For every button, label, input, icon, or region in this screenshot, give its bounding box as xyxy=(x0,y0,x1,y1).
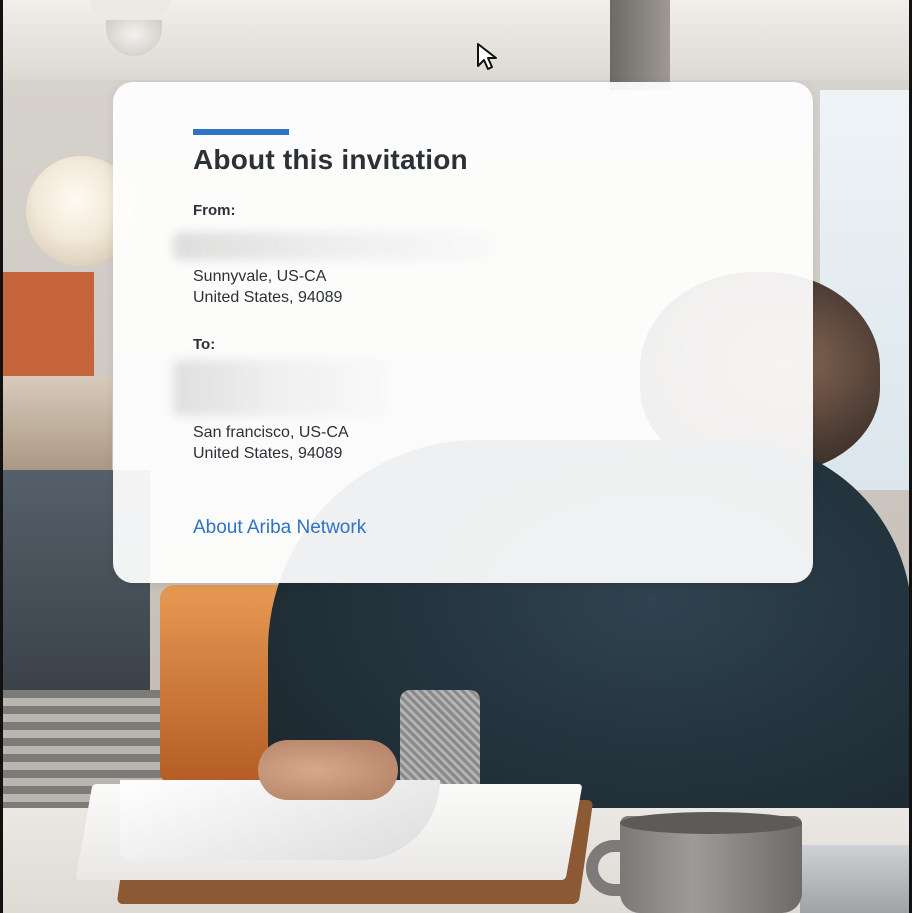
ceiling-lamp xyxy=(90,0,170,16)
about-ariba-network-link[interactable]: About Ariba Network xyxy=(193,517,366,539)
window-frame xyxy=(610,0,670,90)
from-label: From: xyxy=(193,202,236,219)
coffee-mug-rim xyxy=(620,812,802,834)
from-city: Sunnyvale, US-CA xyxy=(193,268,327,285)
to-name-redacted xyxy=(173,360,383,416)
person-hand xyxy=(258,740,398,800)
shelf xyxy=(2,376,112,476)
laptop xyxy=(800,845,912,913)
to-country: United States, 94089 xyxy=(193,445,343,462)
to-city: San francisco, US-CA xyxy=(193,424,349,441)
title-accent-bar xyxy=(193,129,289,135)
from-name-redacted xyxy=(173,232,493,260)
orange-wall xyxy=(2,272,94,376)
from-country: United States, 94089 xyxy=(193,289,343,306)
mouse-pointer-icon xyxy=(477,43,497,70)
invitation-card: About this invitation From: Sunnyvale, U… xyxy=(113,82,813,583)
to-label: To: xyxy=(193,336,216,353)
page-title: About this invitation xyxy=(193,144,468,175)
